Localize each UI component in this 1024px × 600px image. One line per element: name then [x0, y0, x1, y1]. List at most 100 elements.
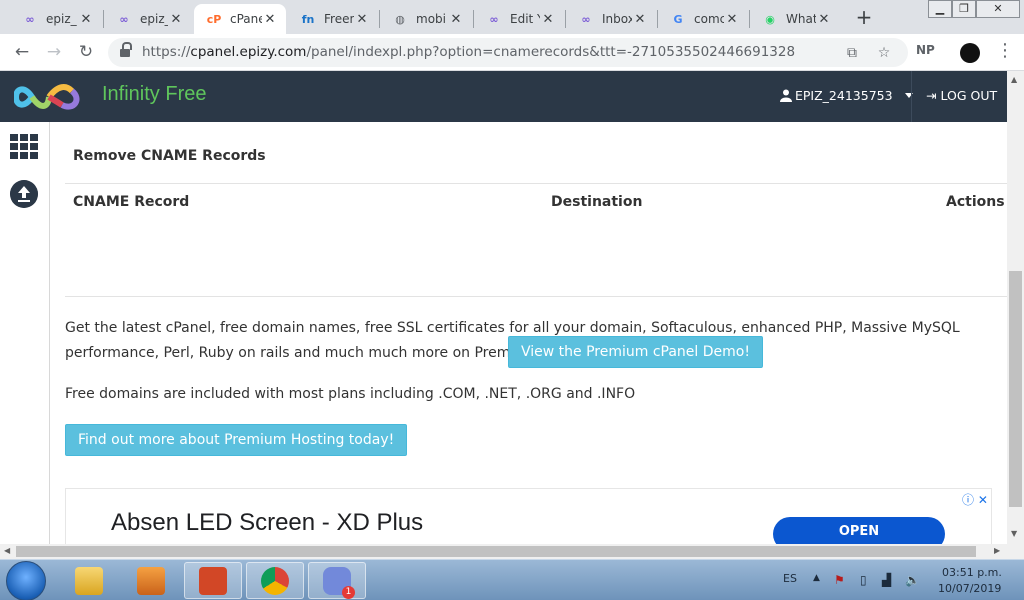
browser-tab-strip: ∞ epiz_ ✕ ∞ epiz_ ✕ cP cPane ✕ fn Freen … [0, 0, 1024, 34]
panel-title: Remove CNAME Records [73, 148, 266, 164]
close-icon[interactable]: ✕ [724, 12, 740, 27]
new-tab-button[interactable]: + [852, 5, 876, 29]
profile-avatar[interactable] [960, 43, 980, 63]
powerpoint-icon [199, 566, 227, 595]
close-icon[interactable]: ✕ [816, 12, 832, 27]
tab-title: epiz_ [140, 12, 168, 26]
tab-title: mobi [416, 12, 446, 26]
user-menu[interactable]: EPIZ_24135753 [780, 88, 913, 103]
show-hidden-icons-icon[interactable]: ▲ [813, 573, 820, 583]
view-demo-button[interactable]: View the Premium cPanel Demo! [508, 336, 763, 368]
column-header-cname-record: CNAME Record [73, 194, 190, 210]
logout-icon: ⇥ [926, 88, 937, 103]
site-header: Infinity Free EPIZ_24135753 ⇥ LOG OUT [0, 71, 1007, 122]
close-icon[interactable]: ✕ [540, 12, 556, 27]
maximize-button[interactable]: ❐ [952, 0, 976, 18]
infinity-icon: ∞ [489, 12, 499, 26]
scroll-down-icon[interactable]: ▼ [1011, 529, 1017, 538]
apps-grid-icon[interactable] [10, 134, 38, 159]
upload-icon[interactable] [10, 180, 38, 208]
close-icon[interactable]: ✕ [168, 12, 184, 27]
browser-tab[interactable]: fn Freen ✕ [288, 4, 378, 34]
browser-tab[interactable]: ◉ What ✕ [750, 4, 840, 34]
taskbar-chrome[interactable] [246, 562, 304, 599]
close-icon[interactable]: ✕ [632, 12, 648, 27]
horizontal-scrollbar[interactable]: ◀ ▶ [0, 544, 1024, 559]
scroll-right-icon[interactable]: ▶ [994, 546, 1000, 555]
logout-label: LOG OUT [940, 88, 998, 103]
close-icon[interactable]: ✕ [354, 12, 370, 27]
ad-open-button[interactable]: OPEN [773, 517, 945, 544]
minimize-button[interactable]: ▁ [928, 0, 952, 18]
user-icon [780, 89, 792, 102]
taskbar-explorer[interactable] [60, 562, 118, 599]
clock-time[interactable]: 03:51 p.m. [942, 566, 1002, 579]
chrome-icon [261, 566, 289, 595]
taskbar-powerpoint[interactable] [184, 562, 242, 599]
browser-menu-icon[interactable]: ⋮ [996, 41, 1014, 61]
close-window-button[interactable]: ✕ [976, 0, 1020, 18]
taskbar-discord[interactable]: 1 [308, 562, 366, 599]
tab-title: Freen [324, 12, 354, 26]
browser-toolbar: ← → ↻ https://cpanel.epizy.com/panel/ind… [0, 34, 1024, 71]
horizontal-scroll-thumb[interactable] [16, 546, 976, 557]
close-icon[interactable]: ✕ [448, 12, 464, 27]
volume-icon[interactable]: 🔈 [905, 573, 920, 587]
infinity-logo-icon[interactable] [14, 81, 84, 113]
forward-button[interactable]: → [42, 40, 66, 64]
notification-badge: 1 [342, 585, 355, 599]
username: EPIZ_24135753 [795, 88, 893, 103]
browser-tab[interactable]: ◍ mobi ✕ [380, 4, 472, 34]
freenom-icon: fn [301, 12, 315, 26]
back-button[interactable]: ← [10, 40, 34, 64]
start-button[interactable] [6, 561, 46, 600]
free-domains-text: Free domains are included with most plan… [65, 386, 636, 402]
tab-title: What [786, 12, 816, 26]
language-indicator[interactable]: ES [783, 572, 797, 585]
header-divider [911, 71, 912, 122]
brand-name[interactable]: Infinity Free [102, 83, 206, 106]
scroll-up-icon[interactable]: ▲ [1011, 75, 1017, 84]
folder-icon [75, 566, 103, 595]
vertical-scrollbar[interactable]: ▲ ▼ [1007, 71, 1024, 544]
vertical-scroll-thumb[interactable] [1009, 271, 1022, 507]
bookmark-star-icon[interactable]: ☆ [874, 43, 894, 63]
ad-info-close-icon[interactable]: ⓘ ✕ [962, 491, 988, 508]
infinity-icon: ∞ [25, 12, 35, 26]
infinity-icon: ∞ [119, 12, 129, 26]
browser-tab[interactable]: G comc ✕ [658, 4, 748, 34]
cpanel-icon: cP [206, 12, 222, 26]
logout-button[interactable]: ⇥ LOG OUT [926, 88, 997, 103]
translate-icon[interactable]: ⧉ [842, 43, 862, 63]
url-text[interactable]: https://cpanel.epizy.com/panel/indexpl.p… [142, 44, 795, 60]
close-icon[interactable]: ✕ [262, 12, 278, 27]
address-bar[interactable]: https://cpanel.epizy.com/panel/indexpl.p… [108, 38, 908, 67]
network-icon[interactable]: ▟ [882, 573, 891, 587]
ad-title[interactable]: Absen LED Screen - XD Plus [111, 509, 423, 537]
tab-title: Inbox [602, 12, 632, 26]
discord-icon: 1 [323, 566, 355, 599]
google-icon: G [673, 12, 683, 26]
extension-button[interactable]: NP [916, 43, 935, 57]
find-out-more-button[interactable]: Find out more about Premium Hosting toda… [65, 424, 408, 456]
clock-date[interactable]: 10/07/2019 [938, 582, 1001, 595]
lock-icon [120, 42, 132, 58]
media-player-icon [137, 566, 165, 595]
battery-icon[interactable]: ▯ [860, 573, 867, 587]
browser-tab[interactable]: ∞ epiz_ ✕ [104, 4, 192, 34]
browser-tab-active[interactable]: cP cPane ✕ [194, 4, 286, 34]
tab-title: epiz_ [46, 12, 77, 26]
browser-tab[interactable]: ∞ Inbox ✕ [566, 4, 656, 34]
advertisement[interactable]: Absen LED Screen - XD Plus OPEN ⓘ ✕ [65, 488, 992, 544]
windows-taskbar: 1 ES ▲ ⚑ ▯ ▟ 🔈 03:51 p.m. 10/07/2019 [0, 559, 1024, 600]
taskbar-media-player[interactable] [122, 562, 180, 599]
column-header-destination: Destination [551, 194, 643, 210]
close-icon[interactable]: ✕ [78, 12, 94, 27]
scroll-left-icon[interactable]: ◀ [4, 546, 10, 555]
globe-icon: ◍ [395, 12, 405, 26]
action-center-icon[interactable]: ⚑ [834, 573, 845, 587]
reload-button[interactable]: ↻ [74, 40, 98, 64]
browser-tab[interactable]: ∞ epiz_ ✕ [10, 4, 102, 34]
tab-title: comc [694, 12, 724, 26]
browser-tab[interactable]: ∞ Edit Y ✕ [474, 4, 564, 34]
